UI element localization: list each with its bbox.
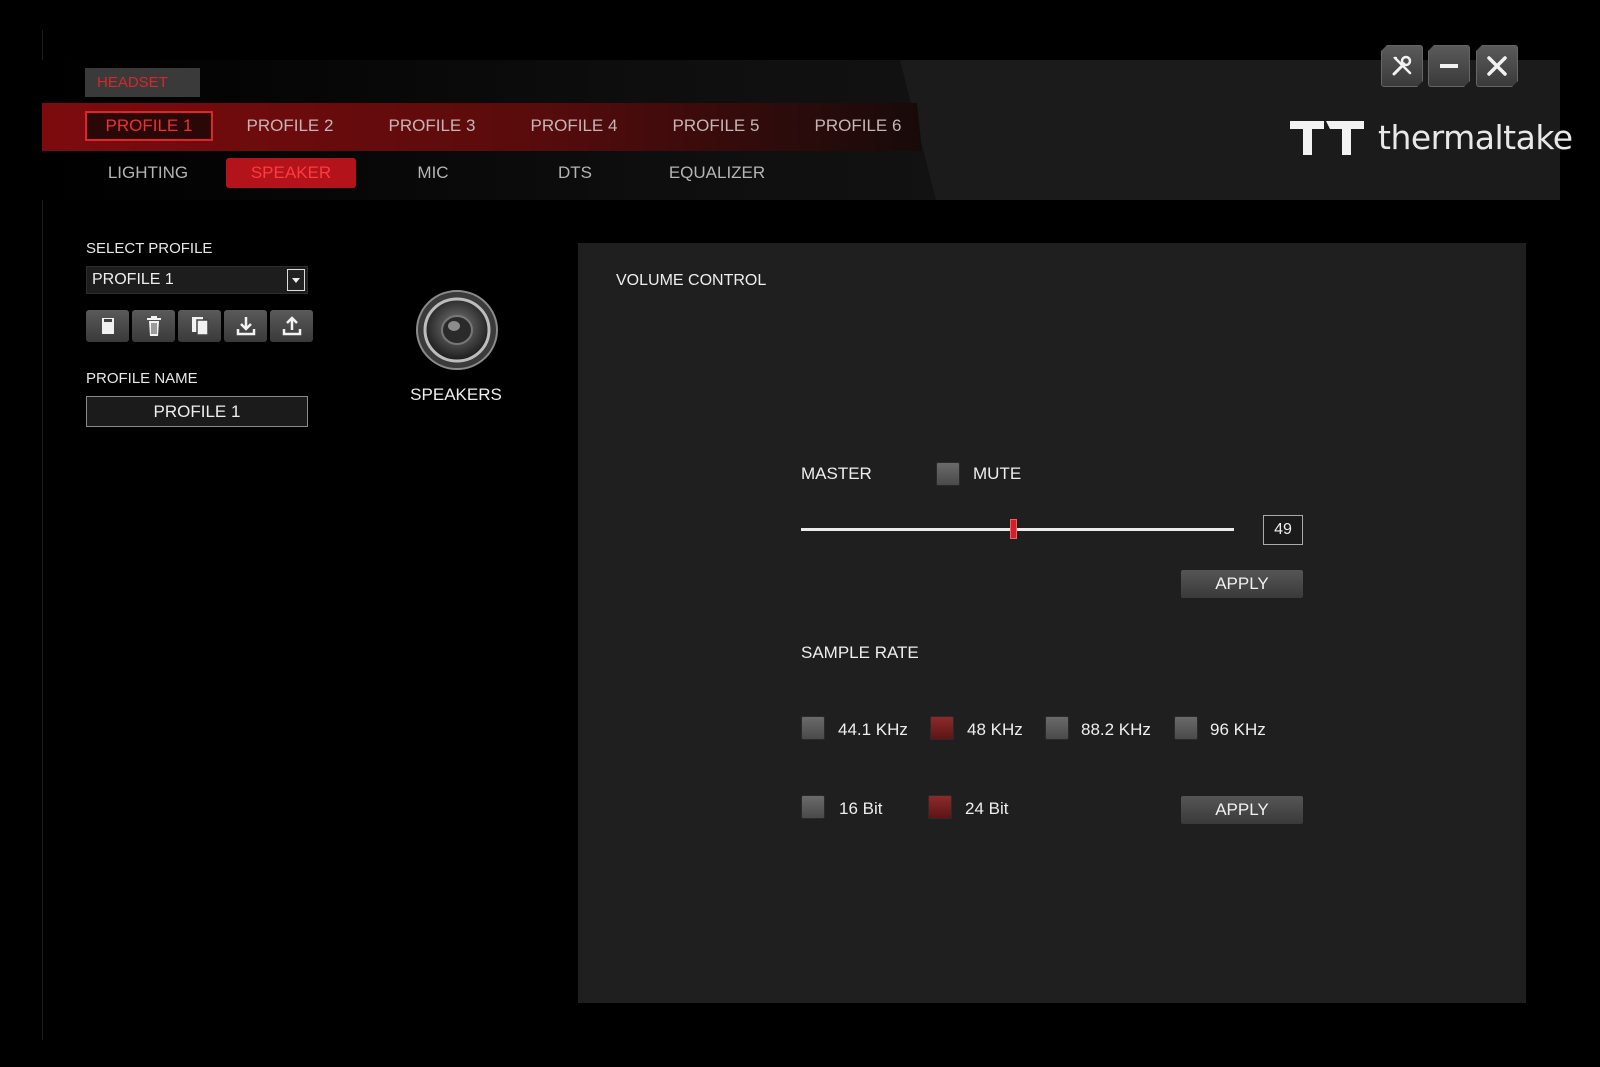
export-profile-button[interactable] (270, 310, 313, 342)
sample-rate-label: SAMPLE RATE (801, 643, 919, 662)
speaker-label: SPEAKERS (410, 385, 502, 404)
apply-volume-button[interactable]: APPLY (1181, 570, 1303, 598)
sample-rate-44-1-checkbox[interactable] (801, 716, 825, 740)
copy-icon (191, 317, 209, 336)
tab-dts[interactable]: DTS (510, 158, 640, 188)
minimize-button[interactable] (1428, 45, 1470, 87)
tab-profile-5[interactable]: PROFILE 5 (652, 111, 780, 141)
copy-profile-button[interactable] (178, 310, 221, 342)
profile-select-value: PROFILE 1 (92, 271, 174, 288)
chevron-down-icon[interactable] (287, 269, 305, 291)
panel-title: VOLUME CONTROL (616, 272, 767, 289)
speaker-device[interactable] (414, 288, 500, 379)
tab-speaker[interactable]: SPEAKER (226, 158, 356, 188)
tt-logo-icon (1290, 120, 1364, 155)
master-label: MASTER (801, 464, 872, 483)
volume-control-panel: VOLUME CONTROL MASTER MUTE 49 APPLY SAMP… (578, 243, 1526, 1003)
close-button[interactable] (1476, 45, 1518, 87)
minimize-icon (1437, 54, 1461, 78)
sample-rate-96-checkbox[interactable] (1174, 716, 1198, 740)
export-icon (282, 316, 301, 336)
tab-lighting[interactable]: LIGHTING (83, 158, 213, 188)
tab-mic[interactable]: MIC (368, 158, 498, 188)
tab-profile-3[interactable]: PROFILE 3 (368, 111, 496, 141)
sample-rate-88-2-label: 88.2 KHz (1081, 720, 1151, 739)
slider-thumb[interactable] (1010, 519, 1018, 539)
brand-name: thermaltake (1378, 118, 1573, 157)
tab-profile-4[interactable]: PROFILE 4 (510, 111, 638, 141)
delete-icon (146, 316, 161, 336)
device-tab-headset[interactable]: HEADSET (85, 68, 200, 97)
wrench-screwdriver-icon (1389, 53, 1415, 79)
master-volume-slider[interactable] (801, 519, 1234, 539)
tab-equalizer[interactable]: EQUALIZER (652, 158, 782, 188)
mute-label: MUTE (973, 464, 1022, 483)
sample-rate-48-label: 48 KHz (967, 720, 1023, 739)
delete-profile-button[interactable] (132, 310, 175, 342)
mute-checkbox[interactable] (936, 462, 960, 486)
sample-rate-96-label: 96 KHz (1210, 720, 1266, 739)
profile-name-field[interactable] (86, 396, 308, 427)
close-icon (1485, 54, 1509, 78)
tab-profile-6[interactable]: PROFILE 6 (794, 111, 922, 141)
bit-depth-16-checkbox[interactable] (801, 795, 825, 819)
sample-rate-48-checkbox[interactable] (930, 716, 954, 740)
save-profile-button[interactable] (86, 310, 129, 342)
bit-depth-24-label: 24 Bit (965, 799, 1009, 818)
bit-depth-16-label: 16 Bit (839, 799, 883, 818)
master-volume-value: 49 (1263, 515, 1303, 545)
sample-rate-88-2-checkbox[interactable] (1045, 716, 1069, 740)
tab-profile-1[interactable]: PROFILE 1 (85, 111, 213, 141)
profile-name-label: PROFILE NAME (86, 370, 198, 387)
save-icon (101, 318, 114, 334)
tab-profile-2[interactable]: PROFILE 2 (226, 111, 354, 141)
speaker-icon (416, 290, 498, 370)
profile-select[interactable]: PROFILE 1 (86, 266, 308, 294)
import-profile-button[interactable] (224, 310, 267, 342)
settings-button[interactable] (1381, 45, 1423, 87)
apply-sample-rate-button[interactable]: APPLY (1181, 796, 1303, 824)
app-window: HEADSET PROFILE 1 PROFILE 2 PROFILE 3 PR… (0, 0, 1600, 1067)
select-profile-label: SELECT PROFILE (86, 240, 213, 257)
import-icon (236, 317, 255, 336)
bit-depth-24-checkbox[interactable] (928, 795, 952, 819)
brand-logo: thermaltake (1290, 118, 1573, 157)
sample-rate-44-1-label: 44.1 KHz (838, 720, 908, 739)
